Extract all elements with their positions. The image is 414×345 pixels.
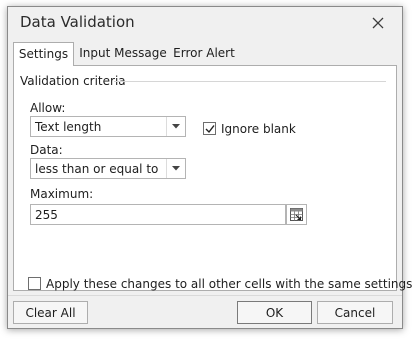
data-value: less than or equal to xyxy=(35,162,159,176)
maximum-label: Maximum: xyxy=(30,187,94,201)
data-dropdown-arrow[interactable] xyxy=(166,159,185,178)
chevron-down-icon xyxy=(172,124,180,129)
clear-all-button[interactable]: Clear All xyxy=(13,301,88,324)
allow-dropdown-arrow[interactable] xyxy=(166,117,185,136)
chevron-down-icon xyxy=(172,166,180,171)
group-divider xyxy=(114,81,386,82)
allow-value: Text length xyxy=(35,120,102,134)
data-validation-dialog: Data Validation Settings Input Message E… xyxy=(7,6,412,329)
checkbox-box xyxy=(28,277,41,290)
range-selector-button[interactable] xyxy=(286,204,307,225)
ignore-blank-label: Ignore blank xyxy=(221,122,296,136)
apply-all-checkbox[interactable]: Apply these changes to all other cells w… xyxy=(28,277,412,291)
allow-label: Allow: xyxy=(30,101,66,115)
maximum-value: 255 xyxy=(35,208,58,222)
tab-settings[interactable]: Settings xyxy=(13,42,74,66)
tab-input-message[interactable]: Input Message xyxy=(78,42,168,64)
allow-dropdown[interactable]: Text length xyxy=(30,116,186,137)
ignore-blank-checkbox[interactable]: Ignore blank xyxy=(203,122,296,136)
checkbox-box xyxy=(203,122,216,135)
cancel-button[interactable]: Cancel xyxy=(317,301,393,324)
close-icon xyxy=(366,11,390,35)
settings-panel: Validation criteria Allow: Text length I… xyxy=(13,65,412,291)
data-label: Data: xyxy=(30,143,63,157)
tab-error-alert[interactable]: Error Alert xyxy=(170,42,238,64)
close-button[interactable] xyxy=(366,11,390,35)
footer-divider xyxy=(8,295,402,296)
validation-criteria-label: Validation criteria xyxy=(20,74,126,88)
maximum-input[interactable]: 255 xyxy=(30,204,286,225)
dialog-title: Data Validation xyxy=(20,13,135,31)
apply-all-label: Apply these changes to all other cells w… xyxy=(46,277,413,291)
checkmark-icon xyxy=(205,125,215,134)
data-dropdown[interactable]: less than or equal to xyxy=(30,158,186,179)
ok-button[interactable]: OK xyxy=(237,301,312,324)
